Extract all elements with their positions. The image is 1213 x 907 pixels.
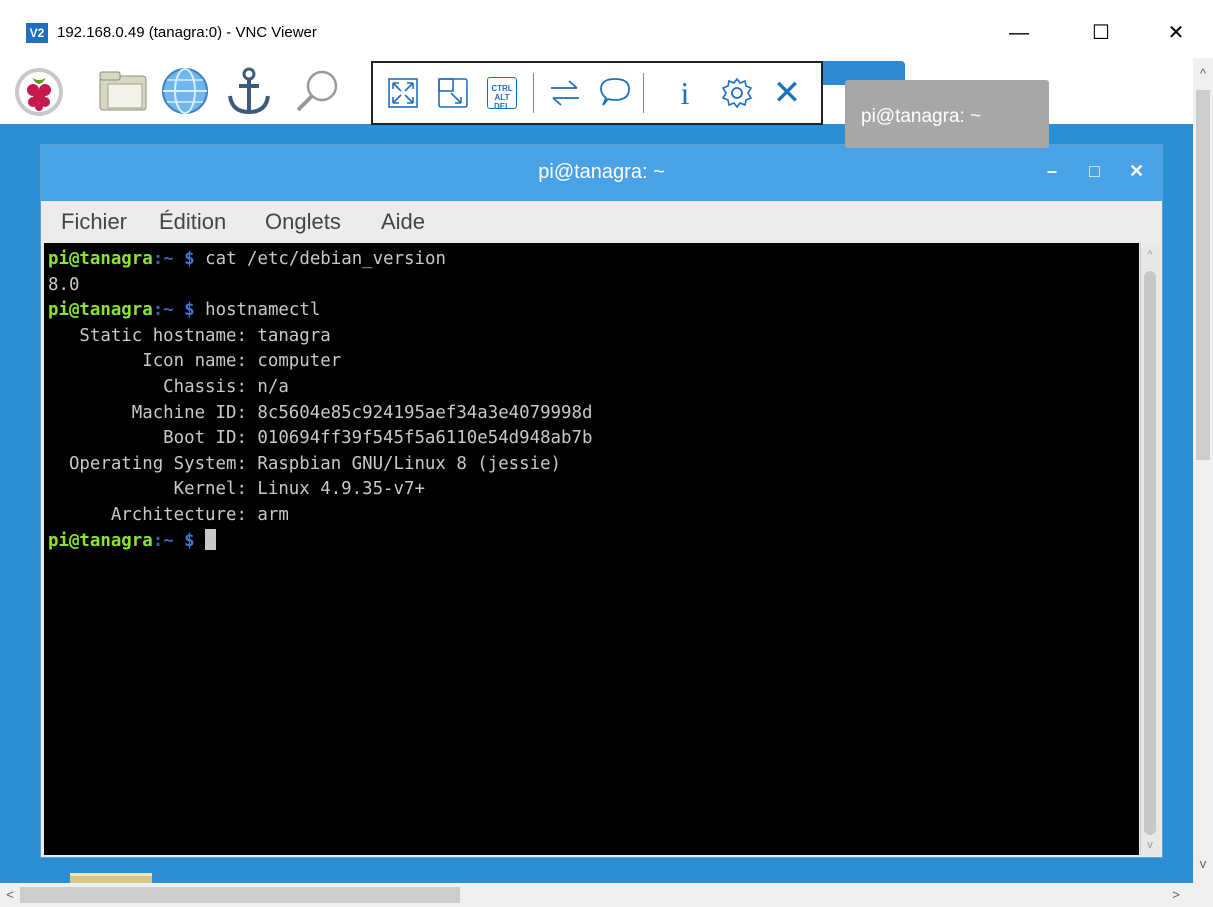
close-toolbar-icon[interactable]: ✕	[767, 73, 807, 113]
output-text: Operating System: Raspbian GNU/Linux 8 (…	[48, 453, 562, 474]
terminal-line: Icon name: computer	[48, 349, 1139, 375]
terminal-titlebar[interactable]: pi@tanagra: ~ – □ ✕	[41, 145, 1162, 201]
output-text: Boot ID: 010694ff39f545f5a6110e54d948ab7…	[48, 428, 593, 449]
prompt-directory: ~	[163, 300, 174, 321]
output-text: 8.0	[48, 274, 80, 295]
output-text: Static hostname: tanagra	[48, 325, 331, 346]
viewer-horizontal-scrollbar[interactable]: < >	[0, 883, 1193, 907]
output-text: Machine ID: 8c5604e85c924195aef34a3e4079…	[48, 402, 593, 423]
terminal-line: pi@tanagra:~ $	[48, 528, 1139, 555]
output-text: Chassis: n/a	[48, 376, 289, 397]
prompt-directory: ~	[163, 530, 174, 551]
ctrl-alt-del-icon[interactable]: CTRL ALT DEL	[487, 77, 517, 111]
prompt-symbol: $	[184, 530, 195, 551]
menu-onglets[interactable]: Onglets	[265, 209, 341, 235]
viewer-vertical-scrollbar[interactable]: ^ v	[1193, 58, 1213, 883]
terminal-window: pi@tanagra: ~ – □ ✕ Fichier Édition Ongl…	[40, 144, 1163, 858]
scale-icon[interactable]	[433, 73, 473, 113]
horizontal-scroll-thumb[interactable]	[20, 887, 460, 903]
window-title: 192.168.0.49 (tanagra:0) - VNC Viewer	[57, 24, 317, 41]
terminal-scrollbar[interactable]: ^ v	[1140, 243, 1160, 855]
scroll-right-arrow[interactable]: >	[1170, 887, 1182, 902]
scroll-up-arrow[interactable]: ^	[1197, 66, 1209, 81]
info-icon[interactable]: i	[665, 73, 705, 113]
menu-edition[interactable]: Édition	[159, 209, 226, 235]
close-button[interactable]: ✕	[1153, 16, 1199, 50]
terminal-line: pi@tanagra:~ $ hostnamectl	[48, 298, 1139, 324]
vnc-toolbar: CTRL ALT DEL i ✕	[371, 61, 823, 125]
menu-aide[interactable]: Aide	[381, 209, 425, 235]
terminal-title: pi@tanagra: ~	[538, 161, 665, 183]
terminal-cursor	[205, 528, 217, 550]
menu-fichier[interactable]: Fichier	[61, 209, 127, 235]
remote-desktop[interactable]: CTRL ALT DEL i ✕ pi@tanagra: ~ – □ ✕ Fic…	[0, 58, 1193, 883]
terminal-line: Machine ID: 8c5604e85c924195aef34a3e4079…	[48, 401, 1139, 427]
prompt-user: pi@tanagra	[48, 530, 153, 551]
file-manager-icon[interactable]	[96, 64, 150, 118]
terminal-scroll-up[interactable]: ^	[1143, 247, 1157, 263]
transfer-icon[interactable]	[545, 73, 585, 113]
viewer-titlebar: V2 192.168.0.49 (tanagra:0) - VNC Viewer…	[0, 0, 1213, 58]
terminal-line: 8.0	[48, 273, 1139, 299]
output-text: Kernel: Linux 4.9.35-v7+	[48, 479, 425, 500]
vertical-scroll-thumb[interactable]	[1196, 90, 1210, 460]
command-text: cat /etc/debian_version	[205, 249, 446, 269]
vnc-app-icon: V2	[26, 23, 48, 43]
terminal-line: Static hostname: tanagra	[48, 324, 1139, 350]
terminal-menubar: Fichier Édition Onglets Aide	[41, 201, 1162, 241]
maximize-button[interactable]: ☐	[1078, 16, 1124, 50]
web-browser-icon[interactable]	[158, 64, 212, 118]
anchor-icon[interactable]	[222, 64, 276, 118]
terminal-line: Operating System: Raspbian GNU/Linux 8 (…	[48, 452, 1139, 478]
scroll-left-arrow[interactable]: <	[4, 887, 16, 902]
prompt-separator: :	[152, 300, 164, 321]
terminal-maximize-button[interactable]: □	[1089, 161, 1100, 182]
settings-icon[interactable]	[717, 73, 757, 113]
terminal-minimize-button[interactable]: –	[1047, 161, 1057, 182]
prompt-directory: ~	[163, 249, 174, 269]
terminal-output[interactable]: pi@tanagra:~ $ cat /etc/debian_version 8.…	[44, 243, 1139, 855]
terminal-line: pi@tanagra:~ $ cat /etc/debian_version	[48, 247, 1139, 273]
minimize-button[interactable]: —	[996, 16, 1042, 50]
prompt-user: pi@tanagra	[48, 249, 153, 269]
output-text: Architecture: arm	[48, 504, 289, 525]
prompt-symbol: $	[184, 300, 195, 321]
terminal-line: Boot ID: 010694ff39f545f5a6110e54d948ab7…	[48, 426, 1139, 452]
prompt-symbol: $	[184, 249, 195, 269]
terminal-line: Architecture: arm	[48, 503, 1139, 529]
terminal-scroll-down[interactable]: v	[1143, 837, 1157, 853]
prompt-user: pi@tanagra	[48, 300, 153, 321]
toolbar-separator	[533, 73, 534, 113]
terminal-line: Chassis: n/a	[48, 375, 1139, 401]
output-text: Icon name: computer	[48, 351, 342, 372]
prompt-separator: :	[152, 249, 164, 269]
terminal-scroll-thumb[interactable]	[1144, 271, 1156, 835]
toolbar-separator	[643, 73, 644, 113]
terminal-line: Kernel: Linux 4.9.35-v7+	[48, 477, 1139, 503]
prompt-separator: :	[152, 530, 164, 551]
scroll-down-arrow[interactable]: v	[1197, 856, 1209, 871]
resize-grip[interactable]	[1193, 883, 1213, 907]
desktop-icon[interactable]	[70, 873, 152, 883]
terminal-close-button[interactable]: ✕	[1129, 161, 1144, 182]
taskbar-tooltip: pi@tanagra: ~	[845, 80, 1049, 148]
command-text: hostnamectl	[205, 300, 321, 321]
chat-icon[interactable]	[595, 73, 635, 113]
search-icon[interactable]	[292, 64, 346, 118]
fullscreen-icon[interactable]	[383, 73, 423, 113]
raspberry-menu-icon[interactable]	[12, 64, 66, 118]
